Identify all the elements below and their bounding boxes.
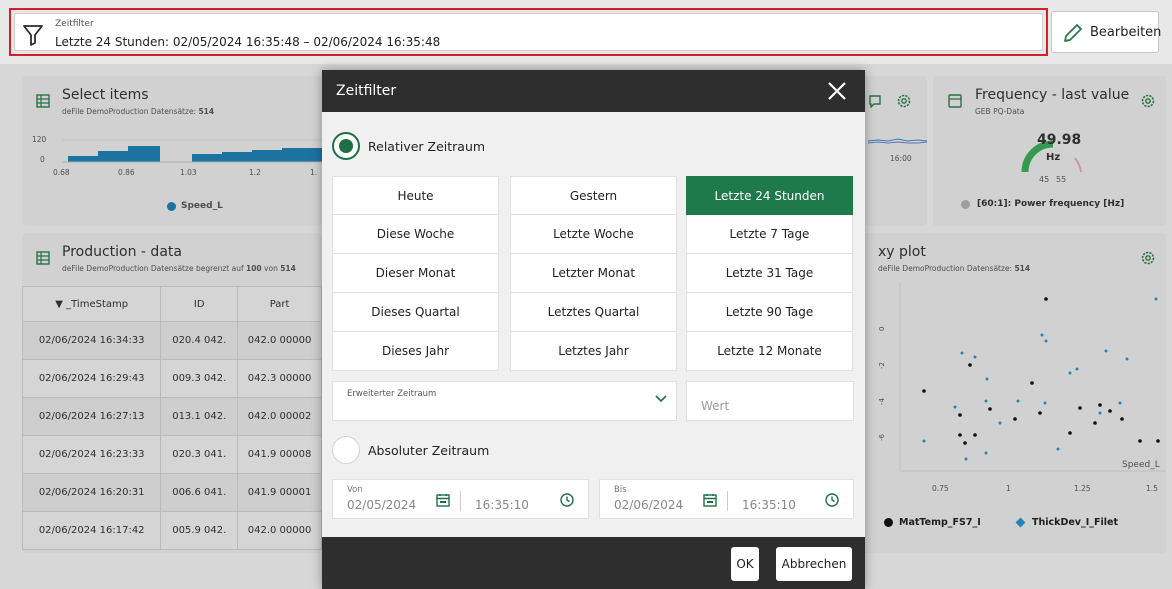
- chevron-down-icon: [655, 395, 667, 403]
- extended-range-select[interactable]: Erweiterter Zeitraum: [332, 381, 677, 421]
- calendar-icon[interactable]: [436, 493, 450, 507]
- preset-letzter-monat[interactable]: Letzter Monat: [510, 254, 677, 293]
- pencil-icon: [1064, 24, 1082, 42]
- edit-button-label: Bearbeiten: [1090, 25, 1162, 40]
- absolute-range-option[interactable]: Absoluter Zeitraum: [332, 436, 532, 466]
- preset-diese-woche[interactable]: Diese Woche: [332, 215, 499, 254]
- extended-range-caption: Erweiterter Zeitraum: [347, 389, 437, 399]
- ok-button[interactable]: OK: [731, 547, 759, 581]
- value-input-placeholder: Wert: [701, 399, 730, 413]
- value-input[interactable]: Wert: [686, 381, 854, 421]
- preset-letzte-12-monate[interactable]: Letzte 12 Monate: [686, 332, 853, 371]
- to-time[interactable]: 16:35:10: [742, 498, 796, 512]
- preset-dieses-quartal[interactable]: Dieses Quartal: [332, 293, 499, 332]
- preset-letzte-31-tage[interactable]: Letzte 31 Tage: [686, 254, 853, 293]
- to-caption: Bis: [614, 485, 627, 495]
- preset-column-previous: Gestern Letzte Woche Letzter Monat Letzt…: [510, 176, 677, 371]
- separator: [727, 491, 728, 511]
- from-time[interactable]: 16:35:10: [475, 498, 529, 512]
- close-icon[interactable]: [822, 76, 852, 106]
- time-filter-bar: Zeitfilter Letzte 24 Stunden: 02/05/2024…: [0, 0, 1172, 64]
- preset-dieser-monat[interactable]: Dieser Monat: [332, 254, 499, 293]
- time-filter-dialog: Zeitfilter Relativer Zeitraum Heute Dies…: [322, 70, 865, 589]
- preset-column-rolling: Letzte 24 Stunden Letzte 7 Tage Letzte 3…: [686, 176, 853, 371]
- dialog-title: Zeitfilter: [336, 83, 397, 99]
- separator: [460, 491, 461, 511]
- preset-letzte-90-tage[interactable]: Letzte 90 Tage: [686, 293, 853, 332]
- from-caption: Von: [347, 485, 363, 495]
- absolute-range-radio[interactable]: [332, 436, 360, 464]
- preset-letztes-jahr[interactable]: Letztes Jahr: [510, 332, 677, 371]
- dialog-footer: OK Abbrechen: [322, 537, 865, 589]
- time-filter-caption: Zeitfilter: [55, 19, 94, 29]
- from-datetime-field[interactable]: Von 02/05/2024 16:35:10: [332, 479, 589, 519]
- preset-letzte-7-tage[interactable]: Letzte 7 Tage: [686, 215, 853, 254]
- relative-range-radio[interactable]: [332, 132, 360, 160]
- to-datetime-field[interactable]: Bis 02/06/2024 16:35:10: [599, 479, 854, 519]
- from-date[interactable]: 02/05/2024: [347, 498, 416, 512]
- time-filter-value: Letzte 24 Stunden: 02/05/2024 16:35:48 –…: [55, 35, 441, 49]
- absolute-range-label: Absoluter Zeitraum: [368, 443, 490, 458]
- filter-icon: [23, 25, 43, 46]
- preset-column-current: Heute Diese Woche Dieser Monat Dieses Qu…: [332, 176, 499, 371]
- dialog-body: Relativer Zeitraum Heute Diese Woche Die…: [322, 112, 865, 537]
- clock-icon[interactable]: [559, 492, 575, 508]
- time-filter-field[interactable]: Zeitfilter Letzte 24 Stunden: 02/05/2024…: [14, 13, 1043, 51]
- preset-gestern[interactable]: Gestern: [510, 176, 677, 215]
- relative-range-label: Relativer Zeitraum: [368, 139, 486, 154]
- to-date[interactable]: 02/06/2024: [614, 498, 683, 512]
- preset-dieses-jahr[interactable]: Dieses Jahr: [332, 332, 499, 371]
- relative-range-option[interactable]: Relativer Zeitraum: [332, 132, 532, 162]
- preset-heute[interactable]: Heute: [332, 176, 499, 215]
- cancel-button[interactable]: Abbrechen: [776, 547, 852, 581]
- calendar-icon[interactable]: [703, 493, 717, 507]
- clock-icon[interactable]: [824, 492, 840, 508]
- dialog-header: Zeitfilter: [322, 70, 865, 112]
- preset-letzte-24-stunden[interactable]: Letzte 24 Stunden: [686, 176, 853, 215]
- time-filter-box[interactable]: Zeitfilter Letzte 24 Stunden: 02/05/2024…: [9, 8, 1048, 56]
- edit-button[interactable]: Bearbeiten: [1051, 11, 1162, 53]
- preset-letzte-woche[interactable]: Letzte Woche: [510, 215, 677, 254]
- preset-letztes-quartal[interactable]: Letztes Quartal: [510, 293, 677, 332]
